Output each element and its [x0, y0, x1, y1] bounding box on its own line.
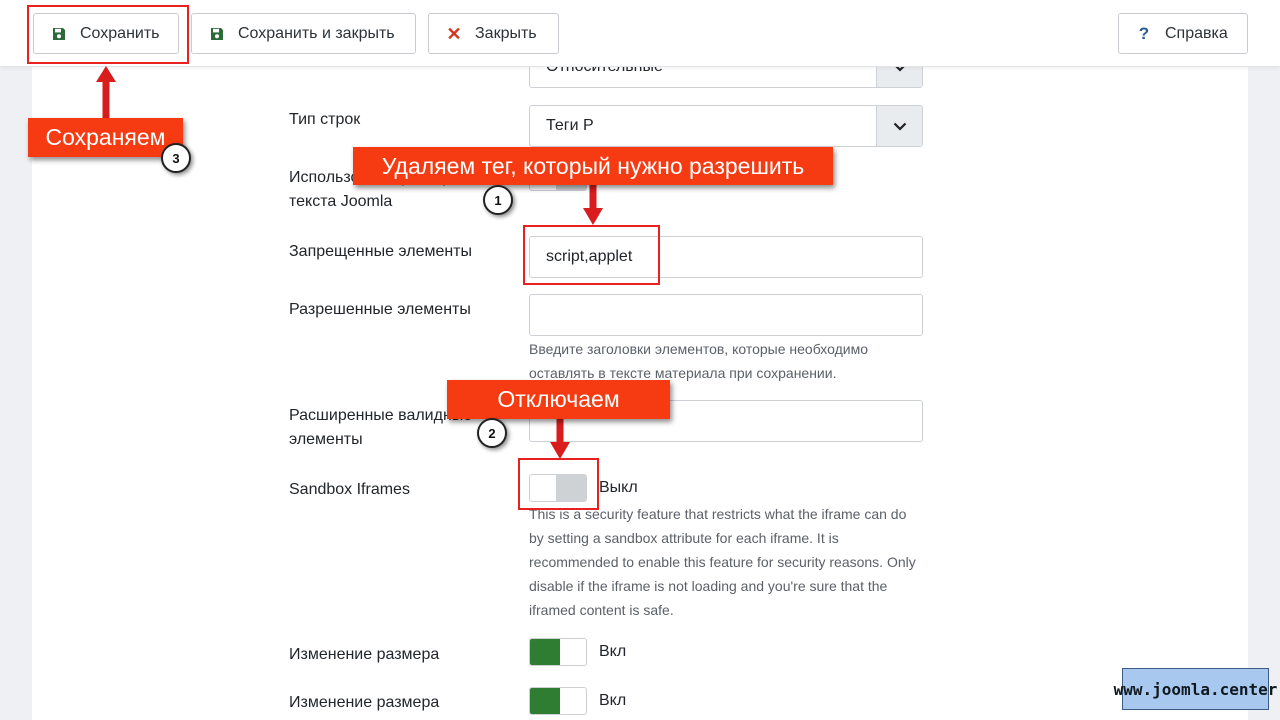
extended-valid-label: Расширенные валидные элементы: [289, 404, 472, 452]
sandbox-iframes-state: Выкл: [599, 479, 638, 496]
sandbox-hint-line: iframed content is safe.: [529, 602, 674, 618]
help-button[interactable]: ? Справка: [1118, 13, 1248, 54]
use-filter-label-line2: текста Joomla: [289, 193, 393, 210]
callout-step-1: Удаляем тег, который нужно разрешить: [353, 147, 833, 185]
chevron-down-icon: [876, 106, 922, 146]
callout-step-3: Сохраняем: [28, 118, 183, 157]
toggle-on-part: [530, 639, 560, 665]
close-button[interactable]: ✕ Закрыть: [428, 13, 559, 54]
sandbox-iframes-label: Sandbox Iframes: [289, 481, 410, 498]
allowed-hint-line2: оставлять в тексте материала при сохране…: [529, 365, 837, 381]
highlight-sandbox-toggle: [518, 458, 599, 510]
lines-type-select[interactable]: Теги P: [529, 105, 923, 147]
arrow-down-icon: [550, 418, 570, 459]
lines-type-value: Теги P: [546, 117, 594, 134]
close-button-label: Закрыть: [475, 24, 537, 42]
resize-label: Изменение размера: [289, 646, 440, 663]
toolbar: Сохранить Сохранить и закрыть ✕ Закрыть …: [0, 0, 1280, 67]
arrow-up-icon: [96, 66, 116, 122]
sandbox-iframes-hint: This is a security feature that restrict…: [529, 502, 916, 622]
toggle-on-part: [530, 688, 560, 714]
forbidden-elements-label: Запрещенные элементы: [289, 243, 473, 260]
arrow-down-icon: [583, 180, 603, 225]
callout-step-2: Отключаем: [447, 380, 670, 419]
resize-toggle-2[interactable]: [529, 687, 587, 715]
question-icon: ?: [1138, 24, 1150, 43]
step-3-badge: 3: [161, 143, 191, 173]
step-1-badge: 1: [483, 185, 513, 215]
extended-valid-label-line2: элементы: [289, 431, 363, 448]
highlight-forbidden-input: [523, 225, 660, 285]
save-and-close-button[interactable]: Сохранить и закрыть: [191, 13, 416, 54]
allowed-hint-line1: Введите заголовки элементов, которые нео…: [529, 341, 868, 357]
resize-state: Вкл: [599, 643, 627, 660]
allowed-elements-label: Разрешенные элементы: [289, 301, 471, 318]
sandbox-hint-line: disable if the iframe is not loading and…: [529, 578, 888, 594]
sandbox-hint-line: recommended to enable this feature for s…: [529, 554, 916, 570]
sandbox-hint-line: by setting a sandbox attribute for each …: [529, 530, 839, 546]
resize-state-2: Вкл: [599, 692, 627, 709]
resize-toggle[interactable]: [529, 638, 587, 666]
lines-type-label: Тип строк: [289, 111, 361, 128]
extended-valid-label-line1: Расширенные валидные: [289, 407, 473, 424]
allowed-elements-input[interactable]: [529, 294, 923, 336]
close-icon: ✕: [446, 23, 462, 44]
step-2-badge: 2: [477, 418, 507, 448]
site-watermark: www.joomla.center: [1114, 668, 1277, 710]
highlight-save-button: [27, 5, 189, 64]
resize-label-2: Изменение размера: [289, 694, 440, 711]
floppy-disk-icon: [210, 27, 224, 41]
help-button-label: Справка: [1165, 24, 1228, 42]
save-and-close-label: Сохранить и закрыть: [238, 24, 395, 42]
allowed-elements-hint: Введите заголовки элементов, которые нео…: [529, 337, 868, 385]
